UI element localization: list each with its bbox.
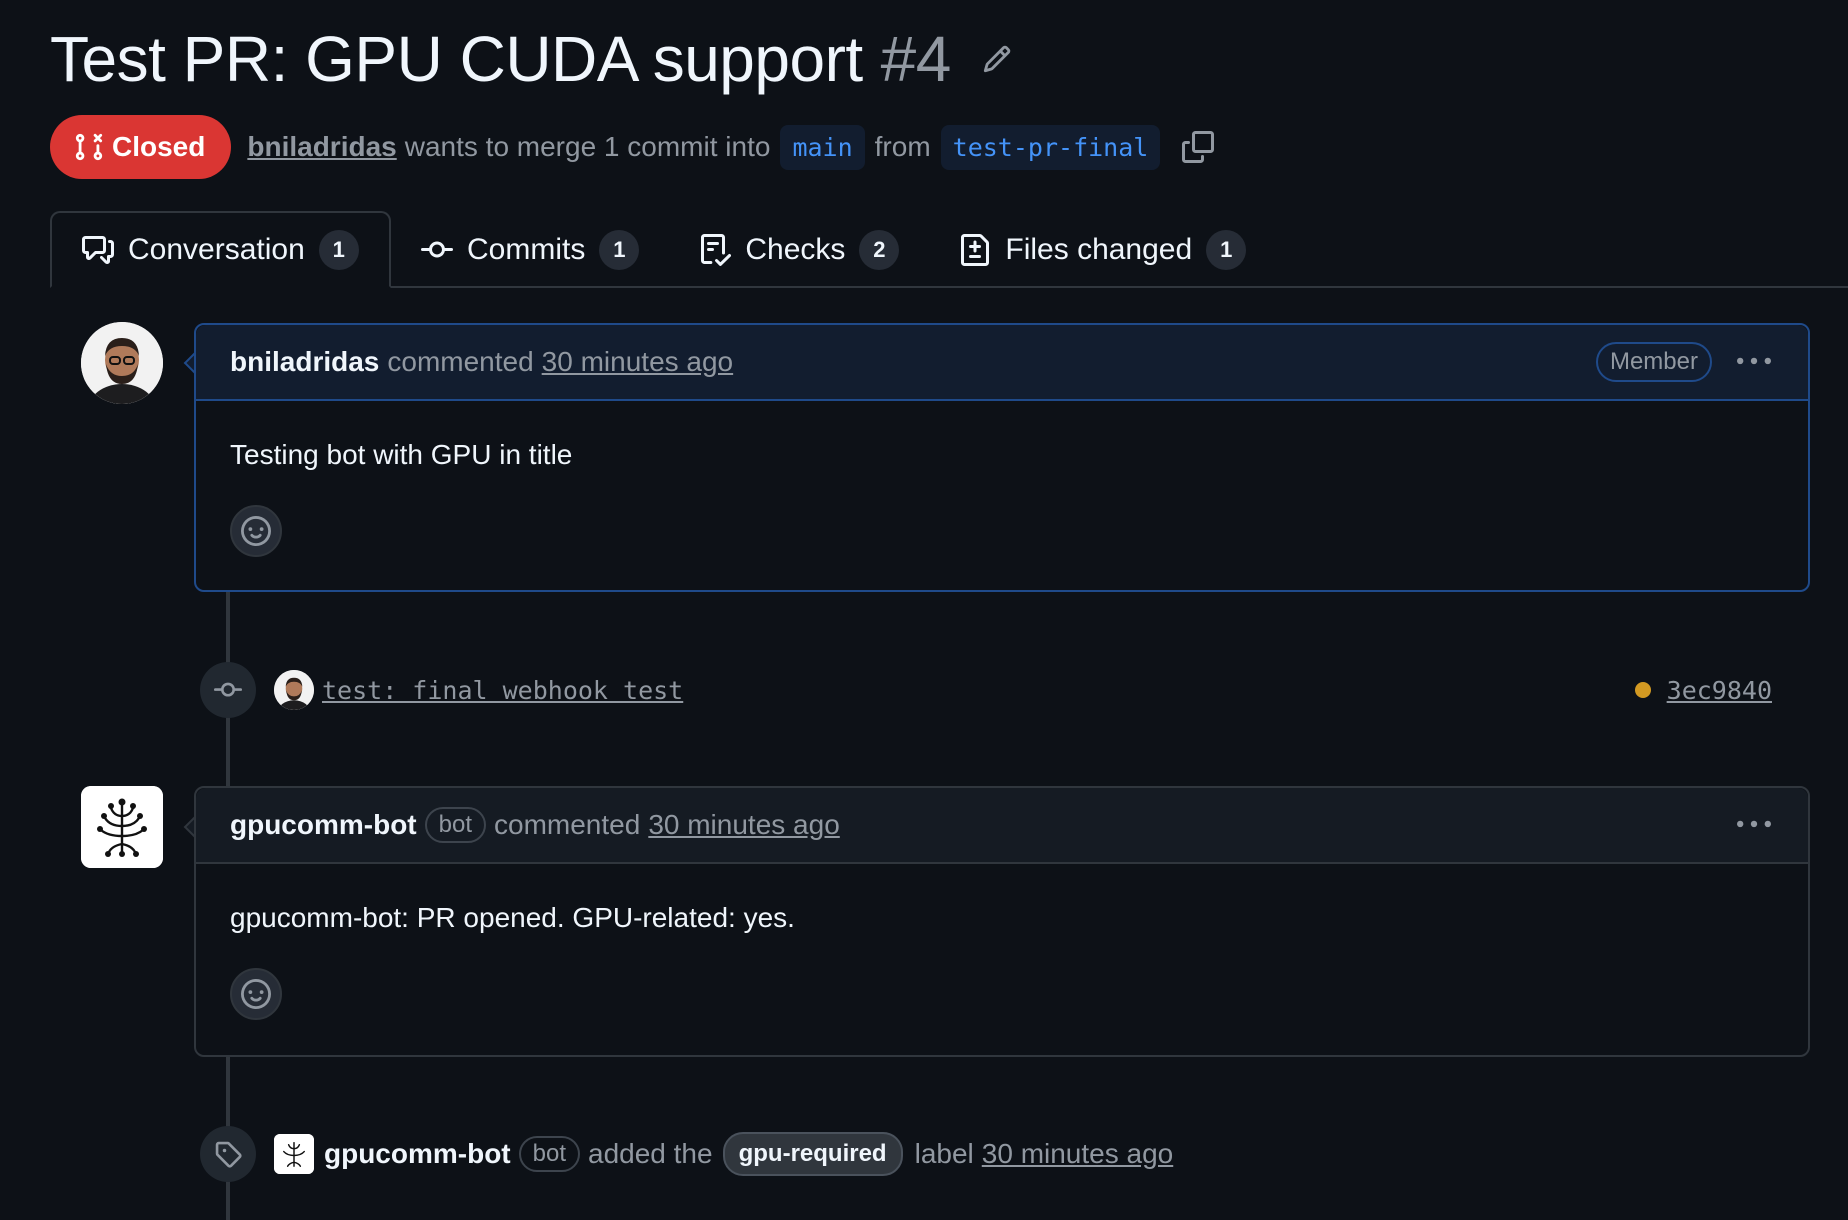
copy-icon [1182, 131, 1215, 163]
event-timestamp[interactable]: 30 minutes ago [982, 1138, 1173, 1170]
tab-conversation[interactable]: Conversation 1 [50, 211, 391, 288]
comment-action: commented [494, 809, 641, 840]
avatar[interactable] [274, 670, 314, 710]
avatar[interactable] [274, 1134, 314, 1174]
pr-tabs: Conversation 1 Commits 1 Checks 2 Files … [50, 211, 1276, 288]
label-gpu-required[interactable]: gpu-required [722, 1132, 903, 1176]
merge-text: wants to merge 1 commit into [404, 131, 771, 162]
pr-title-row: Test PR: GPU CUDA support #4 [50, 22, 1015, 96]
tab-conversation-count: 1 [318, 229, 359, 270]
pr-meta-row: Closed bniladridas wants to merge 1 comm… [50, 115, 1216, 179]
commit-sha-group: 3ec9840 [1634, 676, 1772, 705]
comment-text: Testing bot with GPU in title [230, 439, 573, 470]
kebab-horizontal-icon [1737, 357, 1771, 365]
avatar[interactable] [81, 786, 163, 868]
member-badge: Member [1595, 342, 1712, 382]
bot-avatar-icon [274, 1134, 314, 1174]
avatar[interactable] [81, 322, 163, 404]
comment-author[interactable]: bniladridas [230, 346, 379, 378]
git-pull-request-closed-icon [75, 133, 103, 161]
tab-checks-label: Checks [745, 232, 846, 266]
kebab-horizontal-icon [1737, 820, 1771, 828]
comment-header: gpucomm-bot bot commented 30 minutes ago [196, 788, 1808, 864]
commit-sha-link[interactable]: 3ec9840 [1667, 676, 1772, 705]
status-badge-label: Closed [112, 131, 206, 162]
add-reaction-button[interactable] [230, 505, 282, 557]
comment-timestamp[interactable]: 30 minutes ago [648, 809, 839, 841]
comment-action: commented [387, 346, 534, 377]
comment-options-button[interactable] [1734, 805, 1774, 845]
user-avatar-icon [81, 322, 163, 404]
comment-timestamp[interactable]: 30 minutes ago [542, 346, 733, 378]
event-suffix: label [914, 1138, 974, 1169]
comment-options-button[interactable] [1734, 342, 1774, 382]
label-event-text: gpucomm-bot bot added the gpu-required l… [314, 1132, 1173, 1176]
commit-status-dot[interactable] [1634, 682, 1651, 698]
event-author[interactable]: gpucomm-bot [324, 1138, 511, 1170]
tab-commits-count: 1 [599, 229, 640, 270]
page-title: Test PR: GPU CUDA support #4 [50, 22, 951, 96]
checklist-icon [701, 233, 732, 266]
tab-checks-count: 2 [859, 229, 900, 270]
commit-message-link[interactable]: test: final webhook test [322, 676, 683, 705]
smiley-icon [241, 979, 271, 1009]
head-branch[interactable]: test-pr-final [940, 124, 1161, 170]
git-commit-icon [214, 682, 242, 697]
commit-event-icon-wrap [200, 662, 256, 718]
commit-event: test: final webhook test 3ec9840 [200, 662, 1810, 718]
comment-header: bniladridas commented 30 minutes ago Mem… [196, 325, 1808, 401]
user-avatar-icon [274, 670, 314, 710]
tab-conversation-label: Conversation [128, 232, 305, 266]
event-action: added the [588, 1138, 713, 1169]
pencil-icon [983, 45, 1011, 73]
bot-badge: bot [424, 807, 487, 843]
label-event: gpucomm-bot bot added the gpu-required l… [200, 1126, 1173, 1182]
comment-card: bniladridas commented 30 minutes ago Mem… [194, 323, 1810, 592]
tab-files-changed[interactable]: Files changed 1 [929, 211, 1276, 288]
pr-title-text: Test PR: GPU CUDA support [50, 23, 863, 95]
comment-body: Testing bot with GPU in title [196, 401, 1808, 557]
add-reaction-button[interactable] [230, 968, 282, 1020]
tab-files-changed-count: 1 [1206, 229, 1247, 270]
from-text: from [874, 131, 931, 162]
file-diff-icon [961, 233, 990, 266]
tab-checks[interactable]: Checks 2 [669, 211, 929, 288]
label-event-icon-wrap [200, 1126, 256, 1182]
comment-discussion-icon [82, 235, 114, 264]
copy-branch-button[interactable] [1180, 129, 1216, 165]
tab-commits[interactable]: Commits 1 [391, 211, 669, 288]
base-branch[interactable]: main [780, 124, 865, 170]
tab-commits-label: Commits [467, 232, 586, 266]
smiley-icon [241, 516, 271, 546]
tag-icon [215, 1141, 242, 1168]
pr-number: #4 [880, 23, 952, 95]
edit-title-button[interactable] [979, 41, 1015, 77]
comment-author[interactable]: gpucomm-bot [230, 809, 417, 841]
pr-author-link[interactable]: bniladridas [247, 131, 396, 163]
comment-text: gpucomm-bot: PR opened. GPU-related: yes… [230, 902, 795, 933]
bot-badge: bot [518, 1136, 581, 1172]
git-commit-icon [421, 241, 453, 257]
comment-card: gpucomm-bot bot commented 30 minutes ago… [194, 786, 1810, 1057]
status-badge: Closed [50, 115, 232, 179]
bot-avatar-icon [81, 786, 163, 868]
comment-body: gpucomm-bot: PR opened. GPU-related: yes… [196, 864, 1808, 1020]
tab-files-changed-label: Files changed [1005, 232, 1193, 266]
